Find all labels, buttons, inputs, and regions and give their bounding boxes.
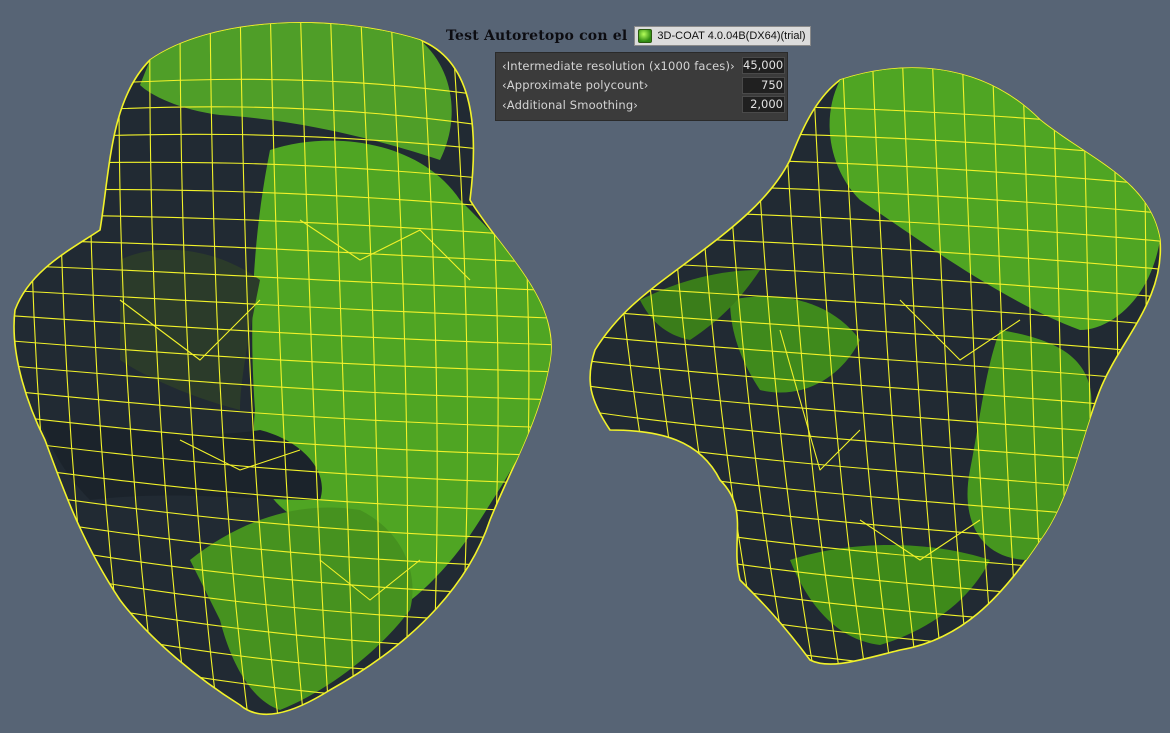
param-value-field[interactable]: 2,000 [742, 96, 785, 114]
title-row: Test Autoretopo con el 3D-COAT 4.0.04B(D… [446, 26, 811, 46]
app-version-badge: 3D-COAT 4.0.04B(DX64)(trial) [634, 26, 811, 46]
3dcoat-logo-icon [638, 29, 653, 43]
param-label: ‹Approximate polycount› [502, 78, 649, 93]
autoretopo-params-panel: ‹Intermediate resolution (x1000 faces)› … [495, 52, 788, 121]
param-row-additional-smoothing[interactable]: ‹Additional Smoothing› 2,000 [502, 95, 785, 115]
param-label: ‹Additional Smoothing› [502, 97, 639, 112]
param-row-intermediate-resolution[interactable]: ‹Intermediate resolution (x1000 faces)› … [502, 56, 785, 76]
app-version-label: 3D-COAT 4.0.04B(DX64)(trial) [657, 30, 806, 42]
param-value-field[interactable]: 45,000 [742, 57, 785, 75]
param-value-field[interactable]: 750 [742, 76, 785, 94]
param-row-approximate-polycount[interactable]: ‹Approximate polycount› 750 [502, 76, 785, 96]
param-label: ‹Intermediate resolution (x1000 faces)› [502, 58, 735, 73]
page-title: Test Autoretopo con el [446, 28, 628, 44]
retopo-mesh-front-view[interactable] [0, 0, 560, 733]
